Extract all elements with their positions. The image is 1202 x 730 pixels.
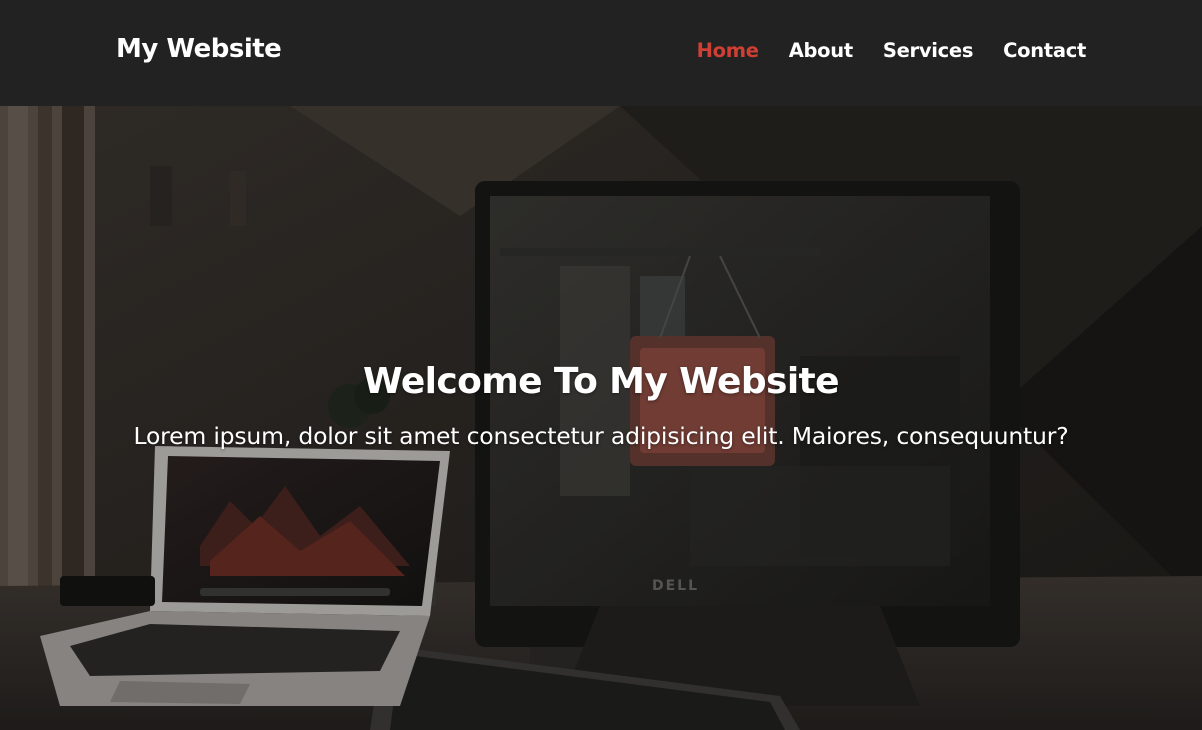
site-logo[interactable]: My Website	[116, 34, 282, 64]
nav-menu: Home About Services Contact	[697, 39, 1087, 62]
hero-subtitle: Lorem ipsum, dolor sit amet consectetur …	[133, 422, 1069, 450]
navbar: My Website Home About Services Contact	[0, 0, 1202, 106]
hero-content: Welcome To My Website Lorem ipsum, dolor…	[0, 106, 1202, 730]
nav-link-contact[interactable]: Contact	[1003, 39, 1086, 62]
nav-link-services[interactable]: Services	[883, 39, 974, 62]
nav-link-home[interactable]: Home	[697, 39, 759, 62]
hero-title: Welcome To My Website	[363, 361, 840, 402]
nav-link-about[interactable]: About	[789, 39, 853, 62]
hero-section: DELL Welcome To My Website Lorem ipsum, …	[0, 106, 1202, 730]
